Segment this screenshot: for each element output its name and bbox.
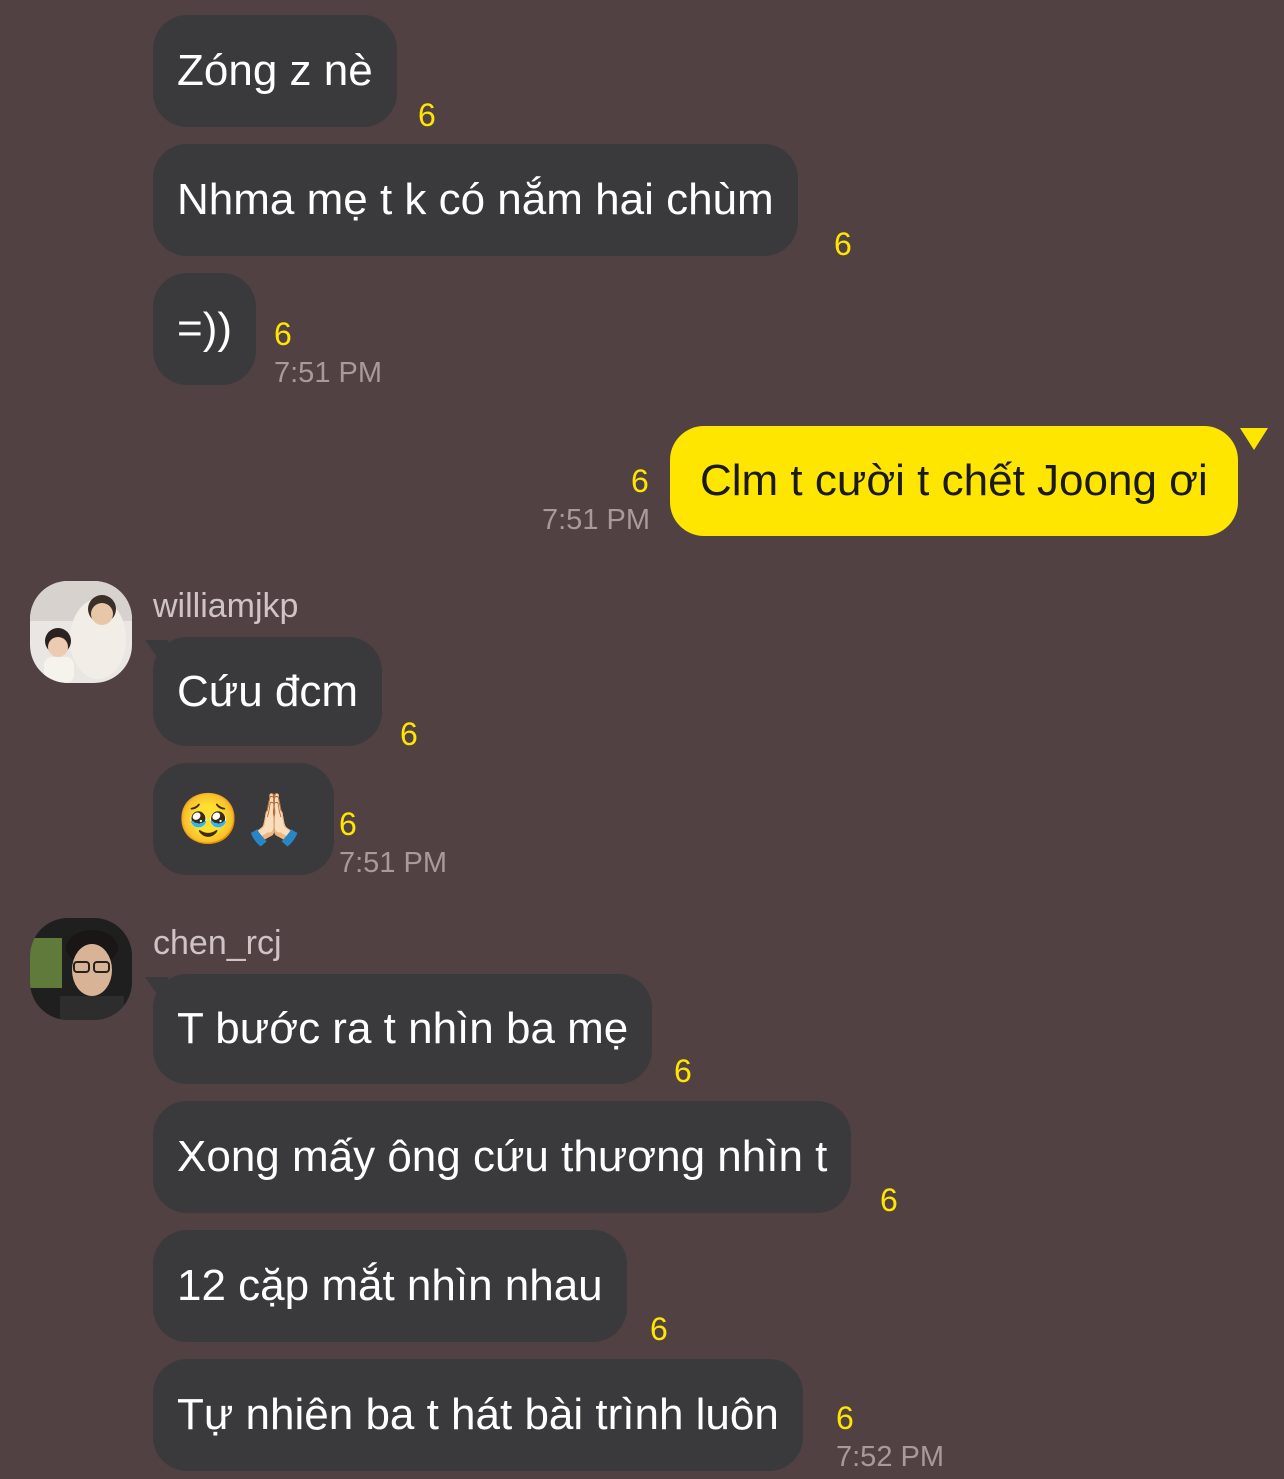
avatar-photo-icon <box>30 581 132 683</box>
message-bubble[interactable]: T bước ra t nhìn ba mẹ <box>153 974 653 1084</box>
unread-count: 6 <box>418 97 436 133</box>
unread-count: 6 <box>631 463 649 499</box>
message-timestamp: 7:51 PM <box>339 847 447 879</box>
message-bubble[interactable]: =)) <box>153 273 256 385</box>
unread-count: 6 <box>650 1311 668 1347</box>
outgoing-message-bubble[interactable]: Clm t cười t chết Joong ơi <box>670 426 1238 536</box>
message-timestamp: 7:52 PM <box>836 1441 944 1473</box>
sender-name: williamjkp <box>153 587 299 625</box>
message-bubble[interactable]: Nhma mẹ t k có nắm hai chùm <box>153 144 798 256</box>
message-bubble[interactable]: 12 cặp mắt nhìn nhau <box>153 1230 627 1342</box>
sender-name: chen_rcj <box>153 924 282 962</box>
unread-count: 6 <box>274 316 292 352</box>
unread-count: 6 <box>674 1053 692 1089</box>
unread-count: 6 <box>836 1400 854 1436</box>
unread-count: 6 <box>400 716 418 752</box>
avatar-williamjkp[interactable] <box>30 581 132 683</box>
message-bubble[interactable]: Cứu đcm <box>153 637 383 746</box>
message-timestamp: 7:51 PM <box>542 504 650 536</box>
unread-count: 6 <box>834 226 852 262</box>
message-bubble[interactable]: Xong mấy ông cứu thương nhìn t <box>153 1101 852 1213</box>
message-timestamp: 7:51 PM <box>274 357 382 389</box>
bubble-tail <box>1240 428 1268 450</box>
emoji-message-bubble[interactable]: 🥹🙏🏻 <box>153 763 334 875</box>
avatar-photo-icon <box>30 918 132 1020</box>
unread-count: 6 <box>880 1182 898 1218</box>
avatar-chen-rcj[interactable] <box>30 918 132 1020</box>
message-bubble[interactable]: Zóng z nè <box>153 15 397 127</box>
unread-count: 6 <box>339 806 357 842</box>
message-bubble[interactable]: Tự nhiên ba t hát bài trình luôn <box>153 1359 803 1471</box>
